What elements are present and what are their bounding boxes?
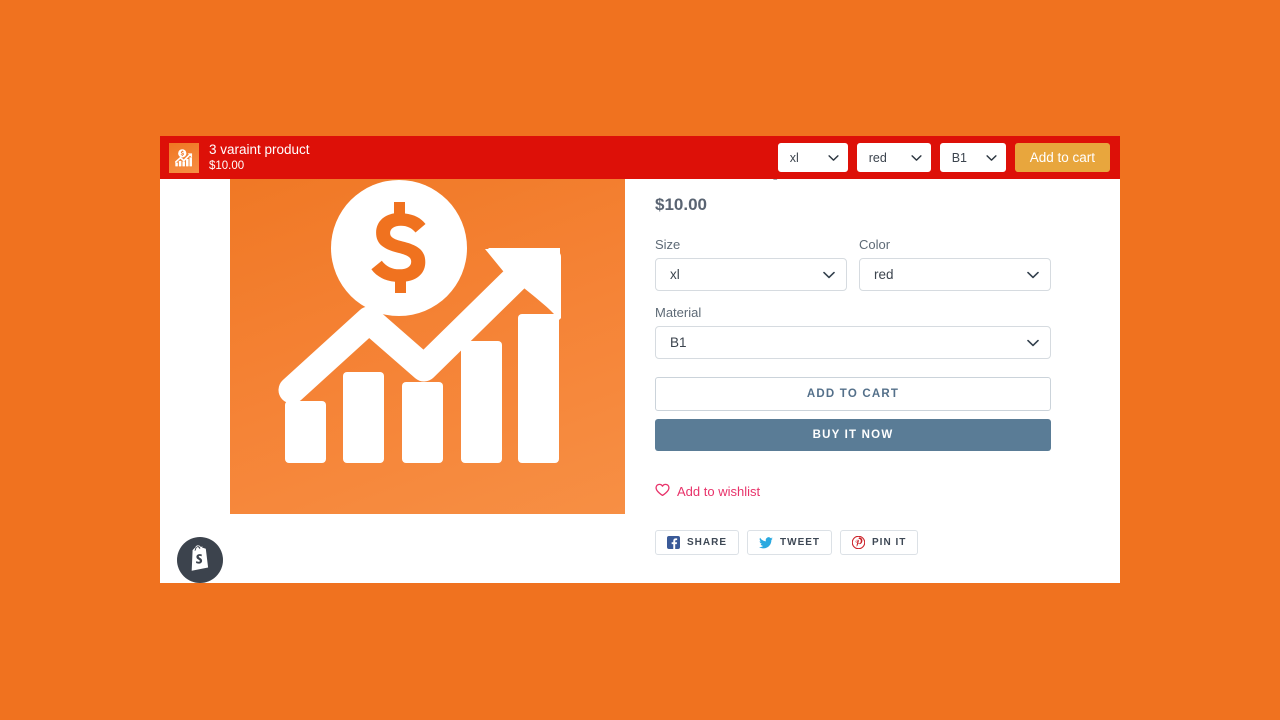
buy-it-now-button[interactable]: BUY IT NOW [655,419,1051,452]
share-pinterest-button[interactable]: PIN IT [840,530,919,556]
buy-it-now-label: BUY IT NOW [812,429,894,442]
material-select[interactable]: B1 [655,326,1051,360]
twitter-bird-icon [759,536,773,549]
sticky-bar-add-to-cart-label: Add to cart [1029,150,1095,165]
sticky-bar-add-to-cart-button[interactable]: Add to cart [1014,143,1110,172]
product-gallery-image[interactable] [230,136,625,514]
share-facebook-button[interactable]: SHARE [655,530,740,556]
option-group-size: Size xl [655,237,847,292]
color-select[interactable]: red [859,258,1051,292]
heart-outline-icon [655,483,670,500]
option-label-size: Size [655,237,681,253]
share-twitter-button[interactable]: TWEET [747,530,833,556]
size-select[interactable]: xl [655,258,847,292]
product-options-row: Size xl Color red [655,237,1051,292]
product-detail-area: 3 varaint product $10.00 Size xl [160,136,1120,583]
material-select-value: B1 [670,335,687,351]
sticky-bar-size-select[interactable]: xl [777,143,848,172]
option-group-color: Color red [859,237,1051,292]
sticky-bar-product-price: $10.00 [209,159,245,172]
sticky-bar-material-select[interactable]: B1 [939,143,1006,172]
sticky-add-to-cart-bar: 3 varaint product $10.00 xl red B1 Add t… [160,136,1120,179]
option-group-material: Material B1 [655,305,1051,360]
shopify-bubble-button[interactable] [177,537,223,583]
share-pinterest-label: PIN IT [872,537,907,549]
sticky-bar-product-info: 3 varaint product $10.00 [209,142,310,172]
add-to-cart-button[interactable]: ADD TO CART [655,377,1051,412]
option-label-color: Color [859,237,891,253]
sticky-bar-controls: xl red B1 Add to cart [777,143,1110,172]
product-price: $10.00 [655,195,707,215]
share-facebook-label: SHARE [687,537,728,549]
add-to-cart-label: ADD TO CART [806,388,900,401]
sticky-bar-product-thumbnail[interactable] [169,142,199,173]
sticky-bar-material-value: B1 [951,150,967,165]
sticky-bar-color-select[interactable]: red [856,143,931,172]
facebook-icon [667,536,680,550]
sticky-bar-size-value: xl [789,150,799,165]
sticky-bar-product-title: 3 varaint product [209,142,310,158]
product-info-column: 3 varaint product $10.00 Size xl [655,150,1051,556]
sticky-bar-color-value: red [868,150,887,165]
pinterest-icon [852,536,866,550]
add-to-wishlist-button[interactable]: Add to wishlist [655,483,760,500]
add-to-wishlist-label: Add to wishlist [677,484,761,500]
color-select-value: red [874,267,894,283]
growth-chart-dollar-icon [278,180,561,463]
social-share-row: SHARE TWEET PIN IT [655,530,1051,556]
shopify-bag-icon [187,544,213,577]
growth-chart-dollar-icon [174,148,193,166]
share-twitter-label: TWEET [780,537,821,549]
option-label-material: Material [655,305,702,321]
size-select-value: xl [670,267,680,283]
storefront-page-card: 3 varaint product $10.00 Size xl [160,136,1120,583]
